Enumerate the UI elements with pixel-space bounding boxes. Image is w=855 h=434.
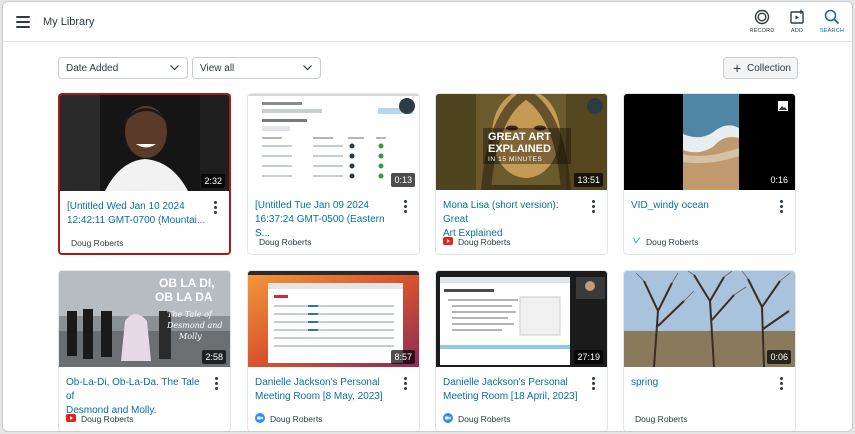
rocket-icon (399, 98, 415, 114)
video-duration: 0:13 (391, 173, 415, 187)
media-card[interactable]: 8:57 Danielle Jackson's Personal Meeting… (247, 270, 420, 431)
search-button[interactable]: SEARCH (815, 9, 849, 39)
page-title: My Library (43, 16, 95, 28)
media-card[interactable]: 0:16 VID_windy ocean Doug Roberts (623, 93, 796, 255)
media-title-link[interactable]: Danielle Jackson's Personal Meeting Room… (255, 376, 395, 404)
video-duration: 27:19 (574, 350, 603, 364)
more-options-icon[interactable] (777, 200, 785, 214)
sort-select-value: Date Added (66, 63, 119, 74)
video-thumbnail[interactable]: 0:16 (624, 94, 795, 190)
vimeo-icon (631, 237, 641, 244)
thumb-caption-line: IN 15 MINUTES (488, 156, 542, 163)
video-duration: 8:57 (391, 350, 415, 364)
thumb-caption-line: EXPLAINED (488, 143, 551, 155)
sort-select[interactable]: Date Added (58, 57, 188, 79)
media-owner: Doug Roberts (646, 237, 699, 247)
video-thumbnail[interactable]: OB LA DI, OB LA DA The Tale of Desmond a… (59, 271, 230, 367)
chevron-down-icon (303, 65, 312, 71)
media-card[interactable]: GREAT ART EXPLAINED IN 15 MINUTES 13:51 … (435, 93, 608, 255)
zoom-icon (443, 413, 453, 423)
media-title-link[interactable]: Danielle Jackson's Personal Meeting Room… (443, 376, 583, 404)
media-owner: Doug Roberts (71, 238, 124, 248)
more-options-icon[interactable] (212, 377, 220, 391)
video-thumbnail[interactable]: 0:06 (624, 271, 795, 367)
youtube-icon (443, 237, 453, 245)
more-options-icon[interactable] (401, 200, 409, 214)
search-label: SEARCH (819, 28, 845, 34)
plus-icon: + (733, 60, 742, 76)
add-media-icon (790, 9, 804, 24)
video-duration: 2:32 (201, 174, 225, 188)
video-thumbnail[interactable]: 8:57 (248, 271, 419, 367)
video-duration: 2:58 (202, 350, 226, 364)
media-card[interactable]: 0:06 spring Doug Roberts (623, 270, 796, 431)
thumb-caption-line: Desmond and (166, 321, 223, 330)
add-label: ADD (790, 28, 804, 34)
media-card[interactable]: 0:13 [Untitled Tue Jan 09 2024 16:37:24 … (247, 93, 420, 255)
media-title-link[interactable]: VID_windy ocean (631, 199, 771, 213)
record-label: RECORD (749, 28, 775, 34)
video-thumbnail[interactable]: 2:32 (60, 95, 229, 191)
rocket-icon (587, 98, 603, 114)
chevron-down-icon (170, 65, 179, 71)
video-thumbnail[interactable]: 0:13 (248, 94, 419, 190)
media-owner: Doug Roberts (270, 414, 323, 424)
more-options-icon[interactable] (401, 377, 409, 391)
thumb-caption-line: OB LA DA (155, 290, 213, 304)
record-icon (754, 9, 770, 25)
media-owner: Doug Roberts (635, 414, 688, 424)
video-duration: 13:51 (574, 173, 603, 187)
view-select-value: View all (200, 63, 235, 74)
thumb-caption-line: Molly (178, 332, 202, 341)
media-owner: Doug Roberts (81, 414, 134, 424)
media-card[interactable]: 27:19 Danielle Jackson's Personal Meetin… (435, 270, 608, 431)
media-title-link[interactable]: spring (631, 376, 771, 390)
collection-label: Collection (747, 63, 791, 74)
media-owner: Doug Roberts (259, 237, 312, 247)
image-icon (775, 98, 791, 114)
add-button[interactable]: ADD (780, 9, 814, 39)
media-card[interactable]: OB LA DI, OB LA DA The Tale of Desmond a… (58, 270, 231, 431)
media-card[interactable]: 2:32 [Untitled Wed Jan 10 2024 12:42:11 … (58, 93, 231, 255)
more-options-icon[interactable] (589, 200, 597, 214)
media-title-link[interactable]: Mona Lisa (short version): Great Art Exp… (443, 199, 583, 241)
media-title-link[interactable]: Ob-La-Di, Ob-La-Da. The Tale of Desmond … (66, 376, 206, 418)
thumb-caption-line: OB LA DI, (159, 276, 215, 290)
video-thumbnail[interactable]: 27:19 (436, 271, 607, 367)
record-button[interactable]: RECORD (745, 9, 779, 39)
thumb-caption-line: The Tale of (167, 310, 214, 319)
media-title-link[interactable]: [Untitled Wed Jan 10 2024 12:42:11 GMT-0… (67, 200, 207, 228)
more-options-icon[interactable] (211, 201, 219, 215)
media-owner: Doug Roberts (458, 414, 511, 424)
app-window: My Library RECORD ADD SEARCH Date Added … (2, 1, 853, 432)
top-bar: My Library RECORD ADD SEARCH (3, 2, 852, 42)
add-collection-button[interactable]: + Collection (723, 57, 798, 79)
more-options-icon[interactable] (589, 377, 597, 391)
media-title-link[interactable]: [Untitled Tue Jan 09 2024 16:37:24 GMT-0… (255, 199, 395, 241)
view-select[interactable]: View all (192, 57, 321, 79)
zoom-icon (255, 413, 265, 423)
video-duration: 0:16 (767, 173, 791, 187)
more-options-icon[interactable] (777, 377, 785, 391)
hamburger-menu-icon[interactable] (16, 16, 30, 28)
video-duration: 0:06 (767, 350, 791, 364)
video-thumbnail[interactable]: GREAT ART EXPLAINED IN 15 MINUTES 13:51 (436, 94, 607, 190)
search-icon (824, 9, 840, 25)
youtube-icon (66, 414, 76, 422)
thumb-caption-line: GREAT ART (488, 131, 551, 143)
media-owner: Doug Roberts (458, 237, 511, 247)
